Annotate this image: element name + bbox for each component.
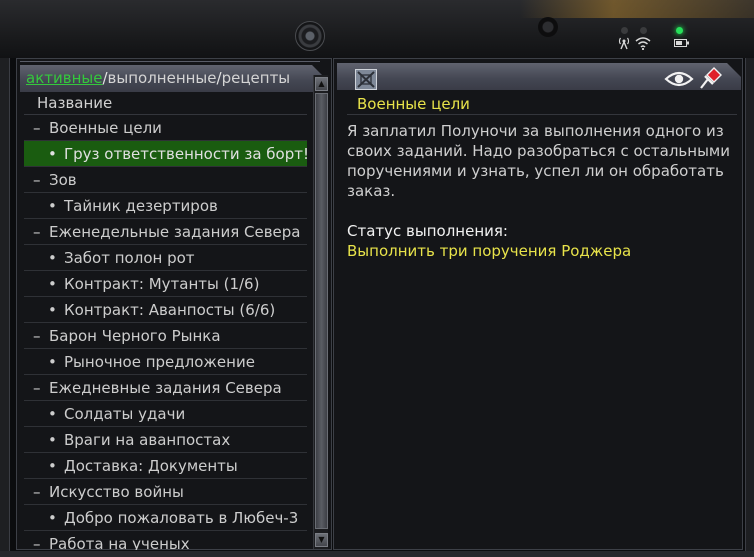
quest-group-row[interactable]: – Работа на ученых — [24, 531, 307, 550]
scroll-thumb[interactable] — [315, 93, 328, 529]
quest-row-label: Солдаты удачи — [64, 405, 186, 423]
bullet-icon: • — [48, 197, 57, 215]
quest-group-row[interactable]: – Ежедневные задания Севера — [24, 375, 307, 401]
quest-row-label: Контракт: Аванпосты (6/6) — [64, 301, 276, 319]
bullet-icon: • — [48, 145, 57, 163]
column-header-name[interactable]: Название — [24, 92, 307, 115]
bullet-icon: • — [48, 275, 57, 293]
bezel-screw-icon — [538, 17, 558, 37]
collapse-dash-icon: – — [33, 535, 41, 550]
quest-row-label: Контракт: Мутанты (1/6) — [64, 275, 260, 293]
quest-item-row[interactable]: • Добро пожаловать в Любеч-3 — [24, 505, 307, 531]
quest-type-icon — [355, 69, 377, 90]
wifi-icon — [635, 37, 651, 50]
quest-detail-panel: Военные цели Я заплатил Полуночи за выпо… — [333, 58, 743, 550]
indicator-led-off — [621, 27, 628, 34]
quest-item-row[interactable]: • Доставка: Документы — [24, 453, 307, 479]
tab-recipes[interactable]: рецепты — [222, 69, 291, 87]
quest-list-panel: активные/выполненные/рецепты Название – В… — [16, 58, 332, 550]
quest-group-row[interactable]: – Барон Черного Рынка — [24, 323, 307, 349]
quest-row-label: Искусство войны — [49, 483, 184, 501]
quest-item-row[interactable]: • Солдаты удачи — [24, 401, 307, 427]
quest-list: Название – Военные цели • Груз ответственно… — [24, 92, 307, 550]
frame-bottom-edge — [0, 551, 754, 557]
scroll-up-button[interactable]: ▲ — [315, 77, 328, 91]
quest-filter-tabs: активные/выполненные/рецепты — [20, 65, 326, 92]
quest-row-label: Военные цели — [49, 119, 162, 137]
quest-row-label: Тайник дезертиров — [64, 197, 218, 215]
completion-status-label: Статус выполнения: — [347, 222, 508, 240]
bullet-icon: • — [48, 457, 57, 475]
quest-group-row[interactable]: – Военные цели — [24, 115, 307, 141]
frame-right-edge — [745, 58, 754, 557]
collapse-dash-icon: – — [33, 223, 41, 241]
quest-row-label: Враги на аванпостах — [64, 431, 231, 449]
indicator-led-off — [640, 27, 647, 34]
collapse-dash-icon: – — [33, 171, 41, 189]
quest-row-label: Забот полон рот — [64, 249, 195, 267]
detail-header-bar — [337, 63, 741, 90]
quest-item-row[interactable]: • Контракт: Аванпосты (6/6) — [24, 297, 307, 323]
camera-lens-icon — [295, 21, 325, 51]
antenna-icon — [618, 37, 630, 50]
quest-description: Я заплатил Полуночи за выполнения одного… — [347, 122, 730, 200]
quest-objective: Выполнить три поручения Роджера — [347, 242, 632, 260]
battery-icon — [674, 39, 689, 47]
bullet-icon: • — [48, 301, 57, 319]
collapse-dash-icon: – — [33, 483, 41, 501]
collapse-dash-icon: – — [33, 119, 41, 137]
quest-row-label: Доставка: Документы — [64, 457, 238, 475]
quest-group-row[interactable]: – Искусство войны — [24, 479, 307, 505]
quest-row-label: Ежедневные задания Севера — [49, 379, 282, 397]
quest-group-row[interactable]: – Еженедельные задания Севера — [24, 219, 307, 245]
indicator-led-on — [676, 27, 683, 34]
pin-icon[interactable] — [699, 66, 723, 90]
quest-row-label: Груз ответственности за борт! — [64, 145, 307, 163]
quest-row-label: Еженедельные задания Севера — [49, 223, 301, 241]
bezel-highlight — [520, 0, 754, 18]
quest-row-label: Работа на ученых — [49, 535, 190, 550]
quest-row-label: Барон Черного Рынка — [49, 327, 221, 345]
bullet-icon: • — [48, 431, 57, 449]
quest-row-label: Рыночное предложение — [64, 353, 255, 371]
tab-completed[interactable]: выполненные — [108, 69, 217, 87]
frame-left-edge — [0, 58, 10, 557]
quest-list-scrollbar[interactable]: ▲ ▼ — [313, 75, 328, 549]
tabs-cap-line — [20, 61, 320, 65]
quest-item-row[interactable]: • Враги на аванпостах — [24, 427, 307, 453]
quest-item-row[interactable]: • Контракт: Мутанты (1/6) — [24, 271, 307, 297]
bullet-icon: • — [48, 353, 57, 371]
quest-title: Военные цели — [347, 93, 737, 115]
quest-group-row[interactable]: – Зов — [24, 167, 307, 193]
bullet-icon: • — [48, 509, 57, 527]
quest-item-row[interactable]: • Забот полон рот — [24, 245, 307, 271]
quest-row-label: Зов — [49, 171, 77, 189]
quest-row-label: Добро пожаловать в Любеч-3 — [64, 509, 299, 527]
eye-icon[interactable] — [664, 69, 694, 89]
bullet-icon: • — [48, 405, 57, 423]
tab-active[interactable]: активные — [26, 69, 102, 87]
scroll-down-button[interactable]: ▼ — [315, 533, 328, 547]
collapse-dash-icon: – — [33, 379, 41, 397]
quest-item-row[interactable]: • Груз ответственности за борт! — [24, 141, 307, 167]
bullet-icon: • — [48, 249, 57, 267]
device-bezel — [0, 0, 754, 58]
collapse-dash-icon: – — [33, 327, 41, 345]
quest-item-row[interactable]: • Тайник дезертиров — [24, 193, 307, 219]
quest-item-row[interactable]: • Рыночное предложение — [24, 349, 307, 375]
